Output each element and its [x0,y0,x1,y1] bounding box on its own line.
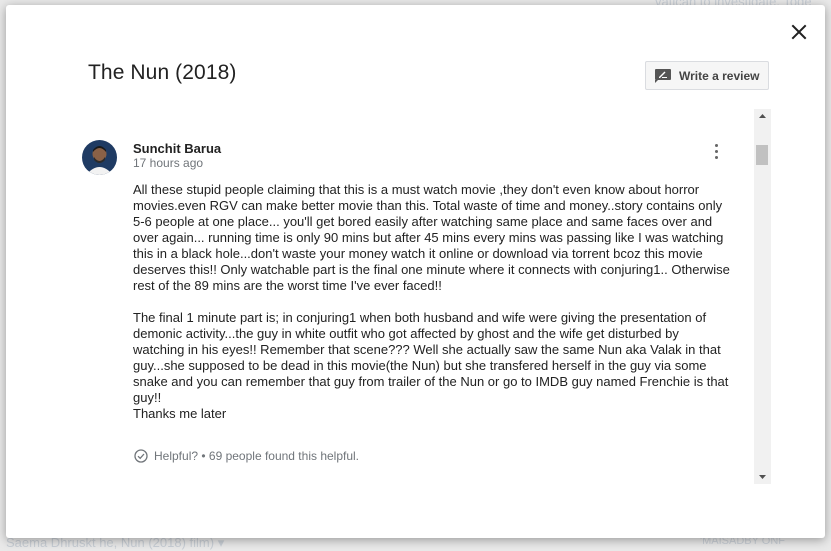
review-paragraph: All these stupid people claiming that th… [133,182,730,293]
write-review-button[interactable]: Write a review [645,61,769,90]
dialog-title: The Nun (2018) [88,61,237,84]
scroll-thumb[interactable] [756,145,768,165]
close-icon [791,24,807,40]
arrow-down-icon [759,475,766,479]
helpful-label: Helpful? • 69 people found this helpful. [154,449,360,463]
more-options-button[interactable] [708,140,724,162]
reviews-dialog: The Nun (2018) Write a review Sunchit Ba… [6,5,825,538]
review-paragraph: The final 1 minute part is; in conjuring… [133,310,729,421]
helpful-button[interactable]: Helpful? • 69 people found this helpful. [134,449,359,463]
arrow-up-icon [759,114,766,118]
write-review-label: Write a review [679,68,760,83]
avatar[interactable] [82,140,117,175]
close-button[interactable] [788,21,810,43]
rate-review-icon [655,68,671,83]
review-body: All these stupid people claiming that th… [133,182,733,422]
review-author[interactable]: Sunchit Barua [133,141,221,156]
more-vert-icon [714,143,718,147]
scrollbar[interactable] [754,109,771,484]
scroll-up-arrow[interactable] [754,109,771,123]
review-time: 17 hours ago [133,156,204,170]
scroll-down-arrow[interactable] [754,470,771,484]
review-list[interactable]: Sunchit Barua 17 hours ago All these stu… [82,110,759,483]
check-circle-icon [134,449,148,463]
